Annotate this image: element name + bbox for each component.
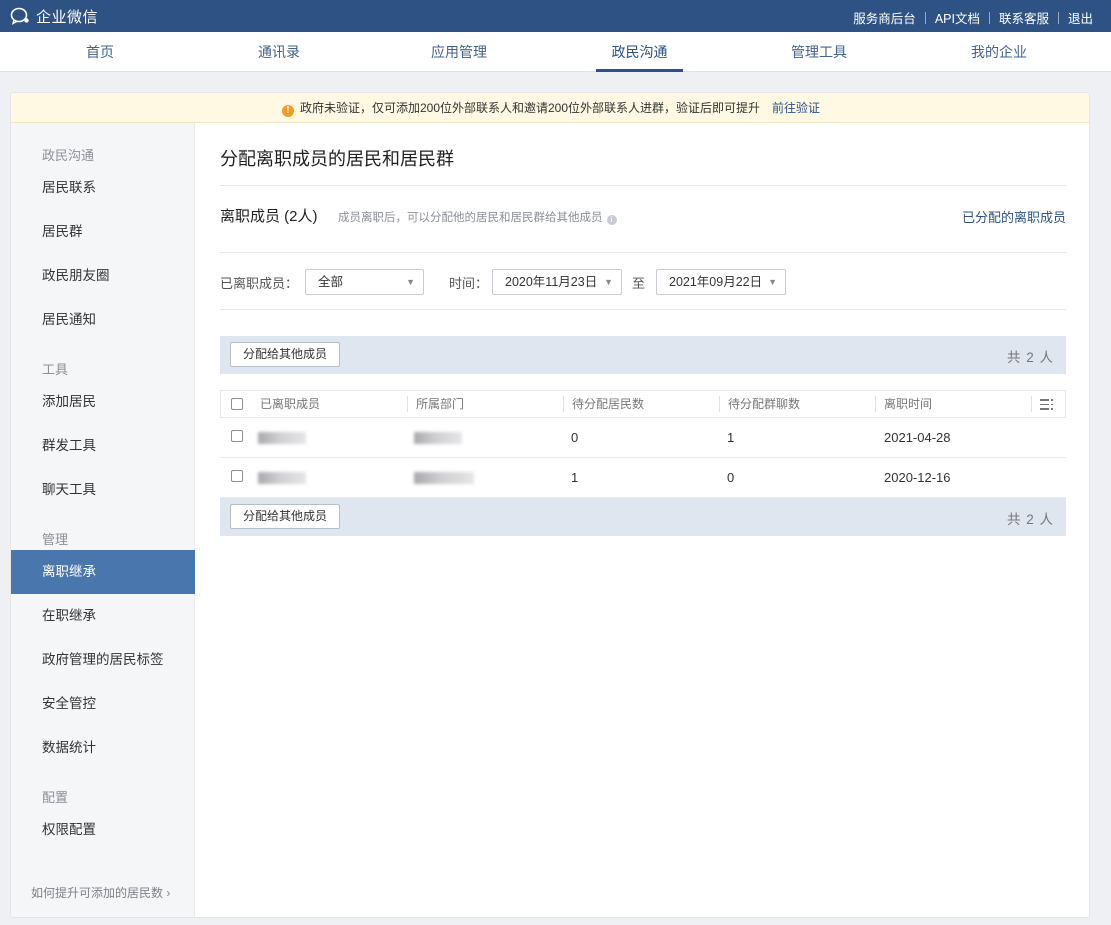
main-nav: 首页 通讯录 应用管理 政民沟通 管理工具 我的企业: [0, 32, 1111, 72]
assign-to-others-button[interactable]: 分配给其他成员: [230, 504, 340, 529]
chevron-right-icon: ›: [166, 886, 171, 900]
pending-residents-cell: 1: [571, 470, 579, 485]
tab-government-communication[interactable]: 政民沟通: [596, 32, 683, 72]
contact-support-link[interactable]: 联系客服: [999, 8, 1049, 27]
total-count: 共 2 人: [1006, 512, 1054, 527]
sidebar-category-communication: 政民沟通: [42, 148, 95, 163]
sidebar-item-resident-groups[interactable]: 居民群: [11, 210, 195, 254]
sidebar-category-management: 管理: [42, 532, 69, 547]
top-links: 服务商后台 API文档 联系客服 退出: [853, 8, 1093, 27]
member-select[interactable]: 全部 ▼: [305, 269, 424, 295]
column-header-leave-time: 离职时间: [884, 397, 933, 411]
column-settings-icon[interactable]: [1040, 399, 1053, 410]
column-divider: [875, 396, 876, 412]
increase-limit-text: 如何提升可添加的居民数: [31, 886, 164, 900]
start-date-select[interactable]: 2020年11月23日 ▼: [492, 269, 622, 295]
table-row: 1 0 2020-12-16: [220, 458, 1066, 498]
leave-time-cell: 2021-04-28: [884, 430, 951, 445]
pending-groups-cell: 0: [727, 470, 735, 485]
column-header-pending-groups: 待分配群聊数: [728, 397, 801, 411]
sidebar-item-moments[interactable]: 政民朋友圈: [11, 254, 195, 298]
column-divider: [719, 396, 720, 412]
time-filter-label: 时间：: [449, 276, 489, 291]
blurred-member-name: [258, 472, 306, 484]
divider: [220, 185, 1066, 186]
dropdown-arrow-icon: ▼: [604, 277, 613, 287]
sidebar-item-security-control[interactable]: 安全管控: [11, 682, 195, 726]
wecom-logo-icon: [10, 6, 32, 26]
main-card: ! 政府未验证，仅可添加200位外部联系人和邀请200位外部联系人进群，验证后即可…: [10, 92, 1090, 918]
end-date-value: 2021年09月22日: [669, 275, 763, 289]
start-date-value: 2020年11月23日: [505, 275, 598, 289]
pending-residents-cell: 0: [571, 430, 579, 445]
divider: [924, 11, 926, 24]
api-docs-link[interactable]: API文档: [935, 8, 980, 27]
row-checkbox[interactable]: [231, 470, 243, 482]
notice-text: 政府未验证，仅可添加200位外部联系人和邀请200位外部联系人进群，验证后即可提…: [299, 101, 761, 115]
column-divider: [563, 396, 564, 412]
member-select-value: 全部: [318, 275, 344, 289]
verification-notice: ! 政府未验证，仅可添加200位外部联系人和邀请200位外部联系人进群，验证后即可…: [11, 93, 1089, 123]
logo-text: 企业微信: [36, 8, 99, 26]
assigned-members-link[interactable]: 已分配的离职成员: [962, 207, 1066, 226]
sidebar-item-resident-tags[interactable]: 政府管理的居民标签: [11, 638, 195, 682]
total-count: 共 2 人: [1006, 350, 1054, 365]
blurred-department: [414, 472, 474, 484]
divider: [220, 252, 1066, 253]
table-header: 已离职成员 所属部门 待分配居民数 待分配群聊数 离职时间: [220, 390, 1066, 418]
tab-management-tools[interactable]: 管理工具: [779, 32, 859, 72]
sidebar-item-resident-contacts[interactable]: 居民联系: [11, 166, 195, 210]
blurred-department: [414, 432, 462, 444]
sidebar-item-employee-inheritance[interactable]: 在职继承: [11, 594, 195, 638]
member-filter-label: 已离职成员：: [220, 276, 299, 291]
dropdown-arrow-icon: ▼: [768, 277, 777, 287]
table-toolbar-top: 分配给其他成员 共 2 人: [220, 336, 1066, 374]
column-header-member: 已离职成员: [260, 397, 321, 411]
sidebar: 政民沟通 居民联系 居民群 政民朋友圈 居民通知 工具 添加居民 群发工具 聊天…: [11, 123, 195, 917]
dropdown-arrow-icon: ▼: [406, 277, 415, 287]
column-header-department: 所属部门: [416, 397, 465, 411]
page-title: 分配离职成员的居民和居民群: [220, 149, 454, 169]
section-description-text: 成员离职后，可以分配他的居民和居民群给其他成员: [338, 212, 603, 224]
sidebar-item-resident-notice[interactable]: 居民通知: [11, 298, 195, 342]
column-divider: [1031, 396, 1032, 412]
divider: [988, 11, 990, 24]
blurred-member-name: [258, 432, 306, 444]
column-header-pending-residents: 待分配居民数: [572, 397, 645, 411]
sidebar-item-chat-tools[interactable]: 聊天工具: [11, 468, 195, 512]
sidebar-item-permission-config[interactable]: 权限配置: [11, 808, 195, 852]
divider: [1057, 11, 1059, 24]
warning-icon: !: [281, 105, 294, 117]
tab-contacts[interactable]: 通讯录: [239, 32, 319, 72]
divider: [220, 309, 1066, 310]
tab-app-management[interactable]: 应用管理: [419, 32, 499, 72]
end-date-select[interactable]: 2021年09月22日 ▼: [656, 269, 786, 295]
column-divider: [407, 396, 408, 412]
leave-time-cell: 2020-12-16: [884, 470, 951, 485]
logout-link[interactable]: 退出: [1068, 8, 1093, 27]
sidebar-category-tools: 工具: [42, 362, 69, 377]
table-row: 0 1 2021-04-28: [220, 418, 1066, 458]
service-provider-link[interactable]: 服务商后台: [853, 8, 916, 27]
date-range-separator: 至: [632, 276, 646, 291]
top-bar: 企业微信 服务商后台 API文档 联系客服 退出: [0, 0, 1111, 32]
sidebar-category-config: 配置: [42, 790, 69, 805]
sidebar-item-mass-messaging[interactable]: 群发工具: [11, 424, 195, 468]
section-description: 成员离职后，可以分配他的居民和居民群给其他成员 i: [338, 209, 617, 225]
sidebar-item-add-resident[interactable]: 添加居民: [11, 380, 195, 424]
section-title: 离职成员 (2人): [220, 208, 318, 225]
increase-limit-link[interactable]: 如何提升可添加的居民数 ›: [31, 884, 170, 901]
table-toolbar-bottom: 分配给其他成员 共 2 人: [220, 498, 1066, 536]
assign-to-others-button[interactable]: 分配给其他成员: [230, 342, 340, 367]
select-all-checkbox[interactable]: [231, 398, 243, 410]
sidebar-item-resignation-inheritance[interactable]: 离职继承: [11, 550, 195, 594]
go-verify-link[interactable]: 前往验证: [772, 101, 820, 115]
row-checkbox[interactable]: [231, 430, 243, 442]
tab-my-enterprise[interactable]: 我的企业: [959, 32, 1039, 72]
logo[interactable]: 企业微信: [10, 6, 98, 26]
info-icon[interactable]: i: [606, 215, 617, 225]
pending-groups-cell: 1: [727, 430, 735, 445]
tab-home[interactable]: 首页: [60, 32, 140, 72]
sidebar-item-data-statistics[interactable]: 数据统计: [11, 726, 195, 770]
